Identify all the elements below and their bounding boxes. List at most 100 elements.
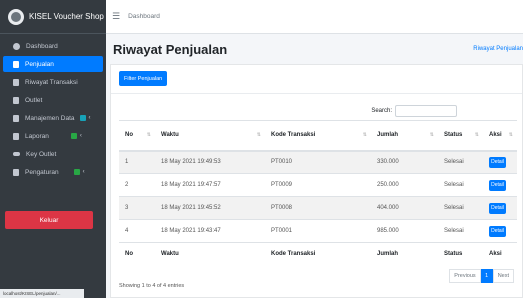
table-row: 4 18 May 2021 19:43:47 PT0001 985.000 Se…: [119, 219, 517, 243]
sidebar-item-penjualan[interactable]: Penjualan: [3, 56, 103, 72]
cell-status: Selesai: [438, 150, 483, 174]
table-footer-row: No Waktu Kode Transaksi Jumlah Status Ak…: [119, 242, 517, 266]
footer-waktu: Waktu: [155, 242, 265, 266]
cell-waktu: 18 May 2021 19:49:53: [155, 150, 265, 174]
key-icon: [13, 152, 20, 156]
search-label: Search:: [371, 108, 392, 114]
column-header-jumlah[interactable]: Jumlah ⇅: [371, 120, 438, 152]
footer-jumlah: Jumlah: [371, 242, 438, 266]
cell-jumlah: 330.000: [371, 150, 438, 174]
sidebar-item-label: Key Outlet: [26, 150, 57, 158]
chevron-left-icon: ‹: [82, 169, 85, 175]
sidebar-item-outlet[interactable]: Outlet: [3, 92, 103, 108]
footer-no: No: [119, 242, 155, 266]
cell-no: 2: [119, 173, 155, 197]
book-icon: [13, 168, 19, 176]
detail-button[interactable]: Detail: [489, 156, 506, 168]
column-header-waktu[interactable]: Waktu ⇅: [155, 120, 265, 152]
sort-icon: ⇅: [362, 132, 367, 138]
search-input[interactable]: [395, 105, 457, 117]
sort-icon: ⇅: [429, 132, 434, 138]
sidebar-item-laporan[interactable]: Laporan ‹: [3, 128, 103, 144]
chevron-left-icon: ‹: [88, 115, 91, 121]
detail-button[interactable]: Detail: [489, 179, 506, 191]
cell-jumlah: 404.000: [371, 196, 438, 220]
book-icon: [13, 132, 19, 140]
cell-status: Selesai: [438, 196, 483, 220]
hamburger-icon[interactable]: ☰: [112, 11, 120, 22]
logout-button[interactable]: Keluar: [5, 211, 93, 229]
page-title: Riwayat Penjualan: [113, 42, 228, 57]
badge-icon: [70, 133, 77, 139]
cell-no: 1: [119, 150, 155, 174]
column-header-no[interactable]: No ⇅: [119, 120, 155, 152]
column-header-kode[interactable]: Kode Transaksi ⇅: [265, 120, 371, 152]
sort-icon: ⇅: [508, 132, 513, 138]
sort-icon: ⇅: [146, 132, 151, 138]
sidebar: KISEL Voucher Shop Dashboard Penjualan R…: [0, 0, 106, 298]
previous-page-button[interactable]: Previous: [449, 269, 481, 283]
table-row: 2 18 May 2021 19:47:57 PT0009 250.000 Se…: [119, 173, 517, 197]
status-bar-url: localhost/KISEL/penjualan/...: [0, 289, 84, 298]
table-info: Showing 1 to 4 of 4 entries: [119, 283, 185, 289]
footer-status: Status: [438, 242, 483, 266]
cell-status: Selesai: [438, 219, 483, 243]
brand-logo-icon: [8, 8, 24, 25]
cell-no: 4: [119, 219, 155, 243]
cell-no: 3: [119, 196, 155, 220]
sort-icon: ⇅: [474, 132, 479, 138]
table-header-row: No ⇅ Waktu ⇅ Kode Transaksi ⇅ Jumlah ⇅ Statu…: [119, 120, 517, 152]
search-box: Search:: [371, 105, 457, 117]
badge-icon: [73, 169, 80, 175]
cell-kode: PT0008: [265, 196, 371, 220]
sidebar-item-dashboard[interactable]: Dashboard: [3, 38, 103, 54]
filter-sales-button[interactable]: Filter Penjualan: [119, 71, 168, 86]
document-icon: [13, 96, 19, 104]
detail-button[interactable]: Detail: [489, 202, 506, 214]
column-header-status[interactable]: Status ⇅: [438, 120, 483, 152]
topbar: ☰ Dashboard: [106, 0, 523, 34]
cell-aksi: Detail: [483, 150, 517, 174]
page-1-button[interactable]: 1: [480, 269, 493, 283]
next-page-button[interactable]: Next: [492, 269, 514, 283]
sidebar-item-label: Penjualan: [25, 60, 54, 68]
document-icon: [13, 78, 19, 86]
sort-icon: ⇅: [256, 132, 261, 138]
sidebar-item-key-outlet[interactable]: Key Outlet: [3, 146, 103, 162]
divider: [111, 93, 522, 94]
column-header-aksi[interactable]: Aksi ⇅: [483, 120, 517, 152]
footer-aksi: Aksi: [483, 242, 517, 266]
cell-aksi: Detail: [483, 196, 517, 220]
cell-status: Selesai: [438, 173, 483, 197]
sidebar-item-label: Riwayat Transaksi: [25, 78, 78, 86]
sidebar-item-label: Dashboard: [26, 42, 58, 50]
topbar-dashboard-link[interactable]: Dashboard: [128, 13, 160, 20]
cell-waktu: 18 May 2021 19:47:57: [155, 173, 265, 197]
cell-jumlah: 985.000: [371, 219, 438, 243]
sales-table: No ⇅ Waktu ⇅ Kode Transaksi ⇅ Jumlah ⇅ Statu…: [119, 120, 517, 266]
sidebar-item-label: Pengaturan: [25, 168, 59, 176]
sales-card: Filter Penjualan Search: No ⇅ Waktu ⇅ Kode…: [110, 64, 523, 298]
footer-kode: Kode Transaksi: [265, 242, 371, 266]
book-icon: [13, 114, 19, 122]
cell-waktu: 18 May 2021 19:45:52: [155, 196, 265, 220]
brand[interactable]: KISEL Voucher Shop: [0, 0, 106, 34]
detail-button[interactable]: Detail: [489, 225, 506, 237]
sidebar-item-label: Laporan: [25, 132, 49, 140]
sidebar-item-riwayat-transaksi[interactable]: Riwayat Transaksi: [3, 74, 103, 90]
brand-name: KISEL Voucher Shop: [29, 12, 104, 21]
breadcrumb[interactable]: Riwayat Penjualan: [473, 46, 523, 52]
chevron-left-icon: ‹: [79, 133, 82, 139]
cell-jumlah: 250.000: [371, 173, 438, 197]
badge-icon: [79, 115, 86, 121]
document-icon: [13, 60, 19, 68]
sidebar-item-label: Outlet: [25, 96, 43, 104]
cell-waktu: 18 May 2021 19:43:47: [155, 219, 265, 243]
dashboard-icon: [13, 42, 20, 50]
sidebar-item-manajemen-data[interactable]: Manajemen Data ‹: [3, 110, 103, 126]
table-row: 3 18 May 2021 19:45:52 PT0008 404.000 Se…: [119, 196, 517, 220]
table-row: 1 18 May 2021 19:49:53 PT0010 330.000 Se…: [119, 150, 517, 174]
cell-kode: PT0001: [265, 219, 371, 243]
sidebar-nav: Dashboard Penjualan Riwayat Transaksi Ou…: [0, 34, 106, 180]
sidebar-item-pengaturan[interactable]: Pengaturan ‹: [3, 164, 103, 180]
